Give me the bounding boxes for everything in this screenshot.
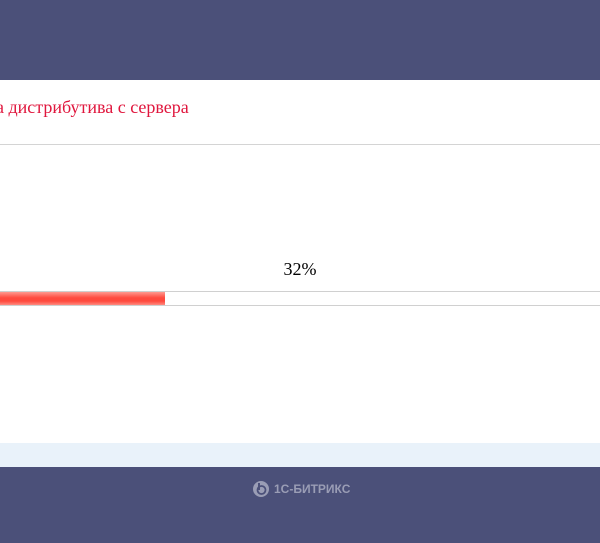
step-title: а дистрибутива с сервера — [0, 97, 189, 117]
bitrix-logo-icon — [253, 481, 269, 497]
progress-percent: 32% — [283, 259, 317, 279]
footer-band — [0, 443, 600, 467]
logo-text: 1С-БИТРИКС — [274, 482, 351, 496]
footer: 1С-БИТРИКС — [0, 467, 600, 543]
bitrix-logo: 1С-БИТРИКС — [252, 480, 350, 498]
divider — [0, 144, 600, 145]
header-bar — [0, 0, 600, 80]
progress-bar — [0, 291, 600, 306]
progress-fill — [0, 292, 165, 305]
